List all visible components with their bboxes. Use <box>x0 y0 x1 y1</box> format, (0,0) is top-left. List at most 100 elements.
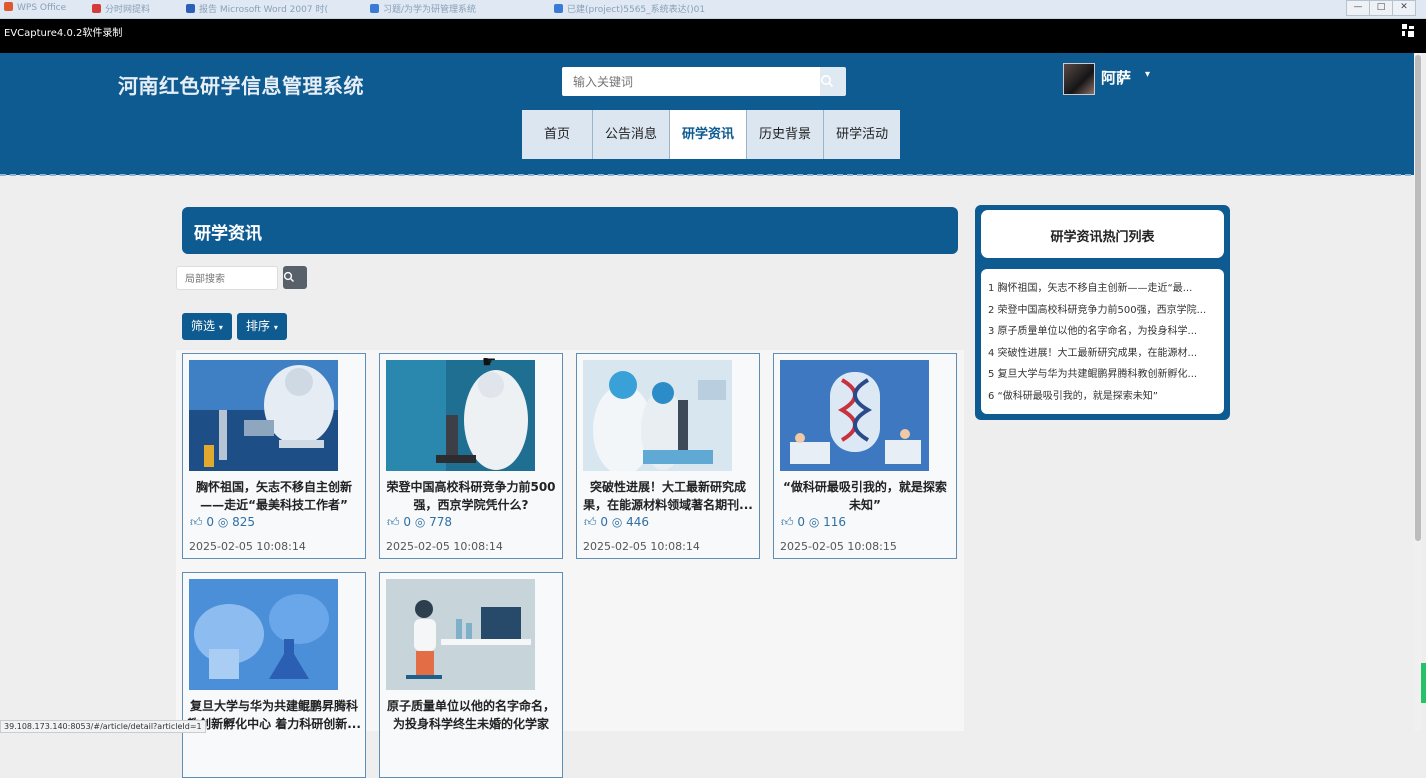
browser-icon <box>370 4 379 13</box>
main-nav: 首页 公告消息 研学资讯 历史背景 研学活动 <box>522 110 901 159</box>
os-tab-5[interactable]: 已建(project)5565_系统表达()01 <box>554 2 724 16</box>
thumbs-up-icon[interactable]: 👍︎ <box>781 515 794 529</box>
hot-list-title: 研学资讯热门列表 <box>1050 230 1155 245</box>
word-icon <box>186 4 195 13</box>
article-date: 2025-02-05 10:08:15 <box>780 540 897 553</box>
eye-icon: ◎ <box>217 515 229 529</box>
view-count: 825 <box>232 515 256 529</box>
nav-item-history[interactable]: 历史背景 <box>747 110 825 159</box>
hot-list-item[interactable]: 1 胸怀祖国，矢志不移自主创新——走近“最... <box>988 279 1220 294</box>
local-search-field[interactable] <box>176 266 278 291</box>
article-thumbnail[interactable] <box>386 360 535 471</box>
eye-icon: ◎ <box>808 515 820 529</box>
os-tab-4[interactable]: 习题/为学为研管理系统 <box>370 2 540 16</box>
grid-icon[interactable] <box>1402 24 1416 38</box>
article-card[interactable]: 复旦大学与华为共建鲲鹏昇腾科教创新孵化中心 着力科研创新... <box>182 572 366 778</box>
like-count: 0 <box>403 515 412 529</box>
article-grid: 胸怀祖国，矢志不移自主创新——走近“最美科技工作者” 👍︎ 0 ◎ 825 20… <box>176 350 964 778</box>
article-title[interactable]: 荣登中国高校科研竞争力前500强，西京学院凭什么? <box>384 478 558 514</box>
wps-icon <box>4 2 13 11</box>
os-tab-3[interactable]: 报告 Microsoft Word 2007 时( <box>186 2 356 16</box>
scrollbar-thumb[interactable] <box>1415 55 1421 541</box>
like-count: 0 <box>206 515 215 529</box>
search-icon <box>821 75 834 88</box>
thumbs-up-icon[interactable]: 👍︎ <box>584 515 597 529</box>
close-window-button[interactable]: ✕ <box>1392 0 1416 16</box>
hot-list-item[interactable]: 4 突破性进展！大工最新研究成果，在能源材... <box>988 344 1220 359</box>
side-indicator <box>1421 663 1426 703</box>
minimize-button[interactable]: — <box>1346 0 1370 16</box>
site-title: 河南红色研学信息管理系统 <box>118 74 364 98</box>
search-field[interactable] <box>562 67 820 96</box>
search-input[interactable] <box>571 67 815 96</box>
status-url: 39.108.173.140:8053/#/article/detail?art… <box>0 720 206 733</box>
hot-list: 1 胸怀祖国，矢志不移自主创新——走近“最... 2 荣登中国高校科研竞争力前5… <box>981 269 1224 414</box>
caret-down-icon: ▾ <box>218 323 223 332</box>
hand-cursor-icon: ☛ <box>482 352 497 371</box>
recorder-title: EVCapture4.0.2软件录制 <box>4 28 123 39</box>
nav-item-notices[interactable]: 公告消息 <box>593 110 671 159</box>
like-count: 0 <box>600 515 609 529</box>
os-tab-2[interactable]: 分时网提料 <box>92 2 172 16</box>
view-count: 116 <box>823 515 847 529</box>
article-thumbnail[interactable] <box>780 360 929 471</box>
hot-list-item[interactable]: 3 原子质量单位以他的名字命名，为投身科学... <box>988 322 1220 337</box>
hot-list-header: 研学资讯热门列表 <box>981 210 1224 258</box>
article-title[interactable]: 胸怀祖国，矢志不移自主创新——走近“最美科技工作者” <box>187 478 361 514</box>
view-count: 778 <box>429 515 453 529</box>
article-thumbnail[interactable] <box>189 579 338 690</box>
view-count: 446 <box>626 515 650 529</box>
article-thumbnail[interactable] <box>386 579 535 690</box>
thumbs-up-icon[interactable]: 👍︎ <box>190 515 203 529</box>
hot-list-item[interactable]: 6 “做科研最吸引我的，就是探索未知” <box>988 387 1220 402</box>
caret-down-icon[interactable]: ▾ <box>1145 69 1150 80</box>
filter-label: 筛选 <box>191 319 216 333</box>
hot-list-item[interactable]: 5 复旦大学与华为共建鲲鹏昇腾科教创新孵化... <box>988 365 1220 380</box>
maximize-button[interactable]: □ <box>1369 0 1393 16</box>
article-card[interactable]: 胸怀祖国，矢志不移自主创新——走近“最美科技工作者” 👍︎ 0 ◎ 825 20… <box>182 353 366 559</box>
os-tab-strip: WPS Office 分时网提料 报告 Microsoft Word 2007 … <box>0 0 1426 19</box>
article-card[interactable]: 突破性进展！大工最新研究成果，在能源材料领域著名期刊... 👍︎ 0 ◎ 446… <box>576 353 760 559</box>
article-stats: 👍︎ 0 ◎ 778 <box>387 515 452 530</box>
avatar[interactable] <box>1063 63 1095 95</box>
article-thumbnail[interactable] <box>189 360 338 471</box>
thumbs-up-icon[interactable]: 👍︎ <box>387 515 400 529</box>
username[interactable]: 阿萨 <box>1101 67 1131 88</box>
article-date: 2025-02-05 10:08:14 <box>386 540 503 553</box>
article-date: 2025-02-05 10:08:14 <box>189 540 306 553</box>
caret-down-icon: ▾ <box>273 323 278 332</box>
article-card[interactable]: 原子质量单位以他的名字命名，为投身科学终生未婚的化学家 <box>379 572 563 778</box>
app-icon <box>92 4 101 13</box>
eye-icon: ◎ <box>414 515 426 529</box>
header-divider <box>0 174 1421 179</box>
eye-icon: ◎ <box>611 515 623 529</box>
article-title[interactable]: “做科研最吸引我的，就是探索未知” <box>778 478 952 514</box>
article-stats: 👍︎ 0 ◎ 825 <box>190 515 255 530</box>
article-title[interactable]: 突破性进展！大工最新研究成果，在能源材料领域著名期刊... <box>581 478 755 514</box>
article-card[interactable]: 荣登中国高校科研竞争力前500强，西京学院凭什么? 👍︎ 0 ◎ 778 202… <box>379 353 563 559</box>
like-count: 0 <box>797 515 806 529</box>
search-icon <box>283 271 294 282</box>
article-thumbnail[interactable] <box>583 360 732 471</box>
article-card[interactable]: “做科研最吸引我的，就是探索未知” 👍︎ 0 ◎ 116 2025-02-05 … <box>773 353 957 559</box>
local-search-button[interactable] <box>283 266 307 289</box>
sort-label: 排序 <box>246 319 271 333</box>
site-header: 河南红色研学信息管理系统 阿萨 ▾ 首页 公告消息 研学资讯 历史背景 研学活动 <box>0 53 1421 175</box>
article-title[interactable]: 原子质量单位以他的名字命名，为投身科学终生未婚的化学家 <box>384 697 558 733</box>
article-title[interactable]: 复旦大学与华为共建鲲鹏昇腾科教创新孵化中心 着力科研创新... <box>187 697 361 733</box>
filter-dropdown[interactable]: 筛选 ▾ <box>182 313 232 340</box>
section-title-bar: 研学资讯 <box>182 207 958 254</box>
article-stats: 👍︎ 0 ◎ 116 <box>781 515 846 530</box>
sort-dropdown[interactable]: 排序 ▾ <box>237 313 287 340</box>
hot-list-item[interactable]: 2 荣登中国高校科研竞争力前500强，西京学院... <box>988 301 1220 316</box>
section-title: 研学资讯 <box>194 224 262 244</box>
os-tab-wps[interactable]: WPS Office <box>4 2 84 16</box>
search-button[interactable] <box>820 67 846 96</box>
nav-item-home[interactable]: 首页 <box>522 110 594 159</box>
nav-item-research-news[interactable]: 研学资讯 <box>670 110 748 159</box>
nav-item-activities[interactable]: 研学活动 <box>824 110 901 159</box>
local-search-input[interactable] <box>183 268 277 291</box>
article-date: 2025-02-05 10:08:14 <box>583 540 700 553</box>
article-stats: 👍︎ 0 ◎ 446 <box>584 515 649 530</box>
browser-icon <box>554 4 563 13</box>
